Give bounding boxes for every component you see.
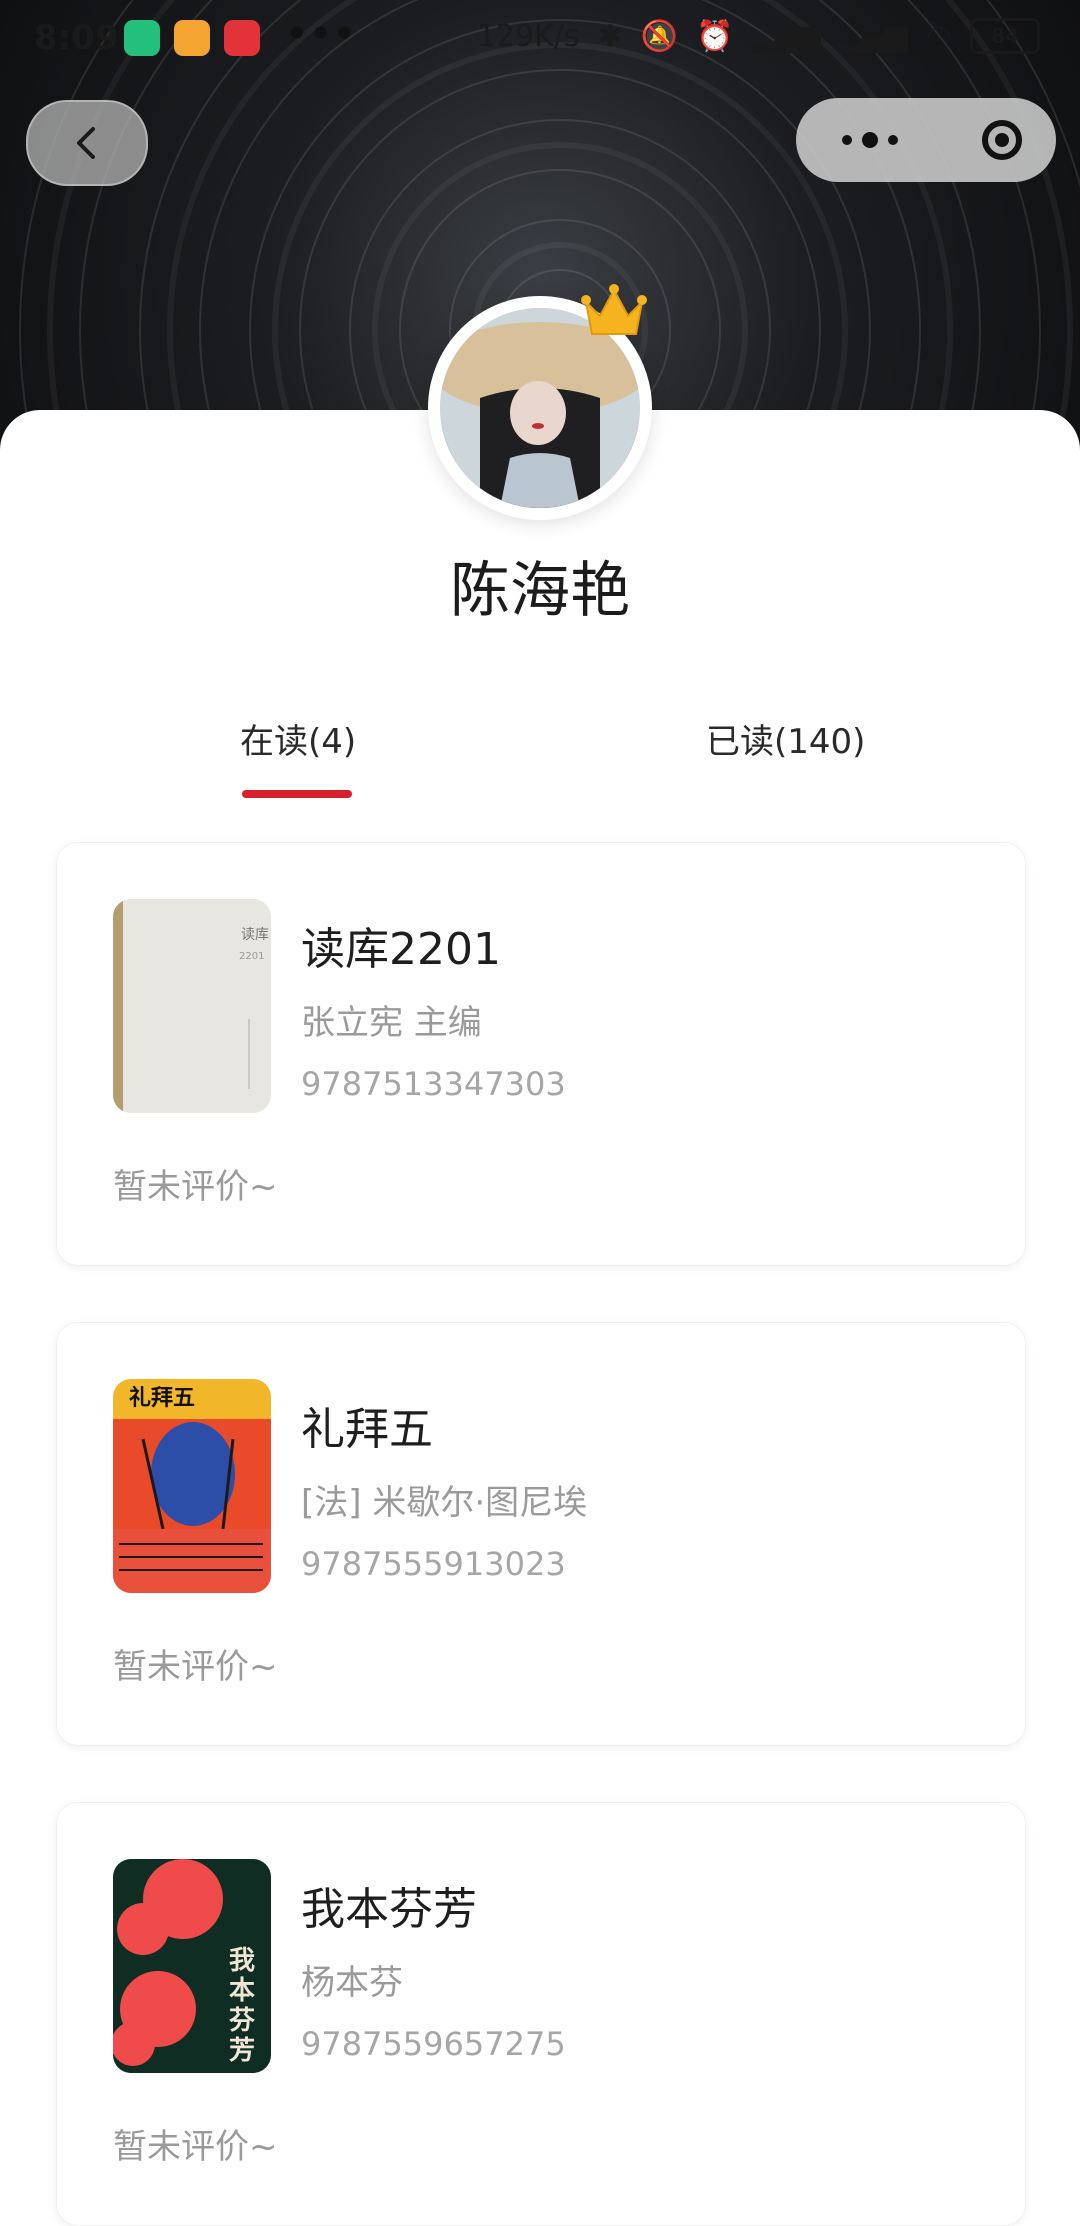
book-author: 杨本芬 — [301, 1963, 403, 2003]
wifi-icon: ◠ — [925, 18, 952, 54]
close-mini-program-icon[interactable] — [982, 120, 1022, 160]
more-notifications-icon: ••• — [286, 14, 358, 54]
book-cover: 读库 2201 — [113, 899, 271, 1113]
more-options-icon[interactable] — [842, 132, 898, 148]
battery-icon: 84 — [970, 18, 1040, 54]
book-title: 礼拜五 — [301, 1404, 433, 1455]
book-cover: 我 本 芬 芳 — [113, 1859, 271, 2073]
svg-text:我: 我 — [229, 1946, 255, 1976]
status-bar: 8:09 ••• 129K/s ✱ 🔕 ⏰ ▂▄▆ ▂▄▆ ◠ 84 — [0, 0, 1080, 76]
crown-icon — [581, 284, 647, 335]
book-isbn: 9787555913023 — [301, 1545, 566, 1583]
mini-program-capsule — [796, 98, 1056, 182]
book-review: 暂未评价~ — [113, 1647, 278, 1687]
book-cover: 礼拜五 — [113, 1379, 271, 1593]
signal-icon-2: ▂▄▆ — [838, 18, 908, 54]
security-app-icon — [124, 20, 160, 56]
flower-app-icon — [224, 20, 260, 56]
tab-reading[interactable]: 在读(4) — [240, 714, 356, 763]
user-name: 陈海艳 — [450, 556, 630, 626]
svg-text:芬: 芬 — [229, 2006, 255, 2036]
svg-text:芳: 芳 — [229, 2036, 255, 2066]
svg-text:读库: 读库 — [241, 926, 269, 943]
alarm-icon: ⏰ — [696, 18, 734, 54]
tab-read[interactable]: 已读(140) — [706, 714, 865, 763]
svg-text:本: 本 — [229, 1976, 255, 2006]
book-author: 张立宪 主编 — [301, 1003, 482, 1043]
book-title: 我本芬芳 — [301, 1884, 477, 1935]
book-card[interactable]: 我 本 芬 芳 我本芬芳 杨本芬 9787559657275 暂未评价~ — [56, 1802, 1026, 2226]
back-button[interactable] — [26, 100, 148, 186]
mute-icon: 🔕 — [640, 18, 679, 54]
network-speed: 129K/s — [476, 18, 580, 54]
message-app-icon — [174, 20, 210, 56]
bluetooth-icon: ✱ — [597, 18, 623, 54]
book-author: [法] 米歇尔·图尼埃 — [301, 1483, 588, 1523]
active-tab-indicator — [242, 790, 352, 798]
book-review: 暂未评价~ — [113, 2127, 278, 2167]
book-title: 读库2201 — [301, 924, 501, 975]
book-card[interactable]: 礼拜五 礼拜五 [法] 米歇尔·图尼埃 9787555913023 暂未评价~ — [56, 1322, 1026, 1746]
status-right: 129K/s ✱ 🔕 ⏰ ▂▄▆ ▂▄▆ ◠ 84 — [477, 18, 1040, 54]
book-card[interactable]: 读库 2201 读库2201 张立宪 主编 9787513347303 暂未评价… — [56, 842, 1026, 1266]
chevron-left-icon — [77, 127, 95, 159]
signal-icon: ▂▄▆ — [751, 18, 821, 54]
svg-text:礼拜五: 礼拜五 — [129, 1385, 195, 1411]
svg-text:2201: 2201 — [239, 951, 264, 962]
book-review: 暂未评价~ — [113, 1167, 278, 1207]
book-isbn: 9787559657275 — [301, 2025, 566, 2063]
status-time: 8:09 — [34, 18, 119, 58]
book-isbn: 9787513347303 — [301, 1065, 566, 1103]
